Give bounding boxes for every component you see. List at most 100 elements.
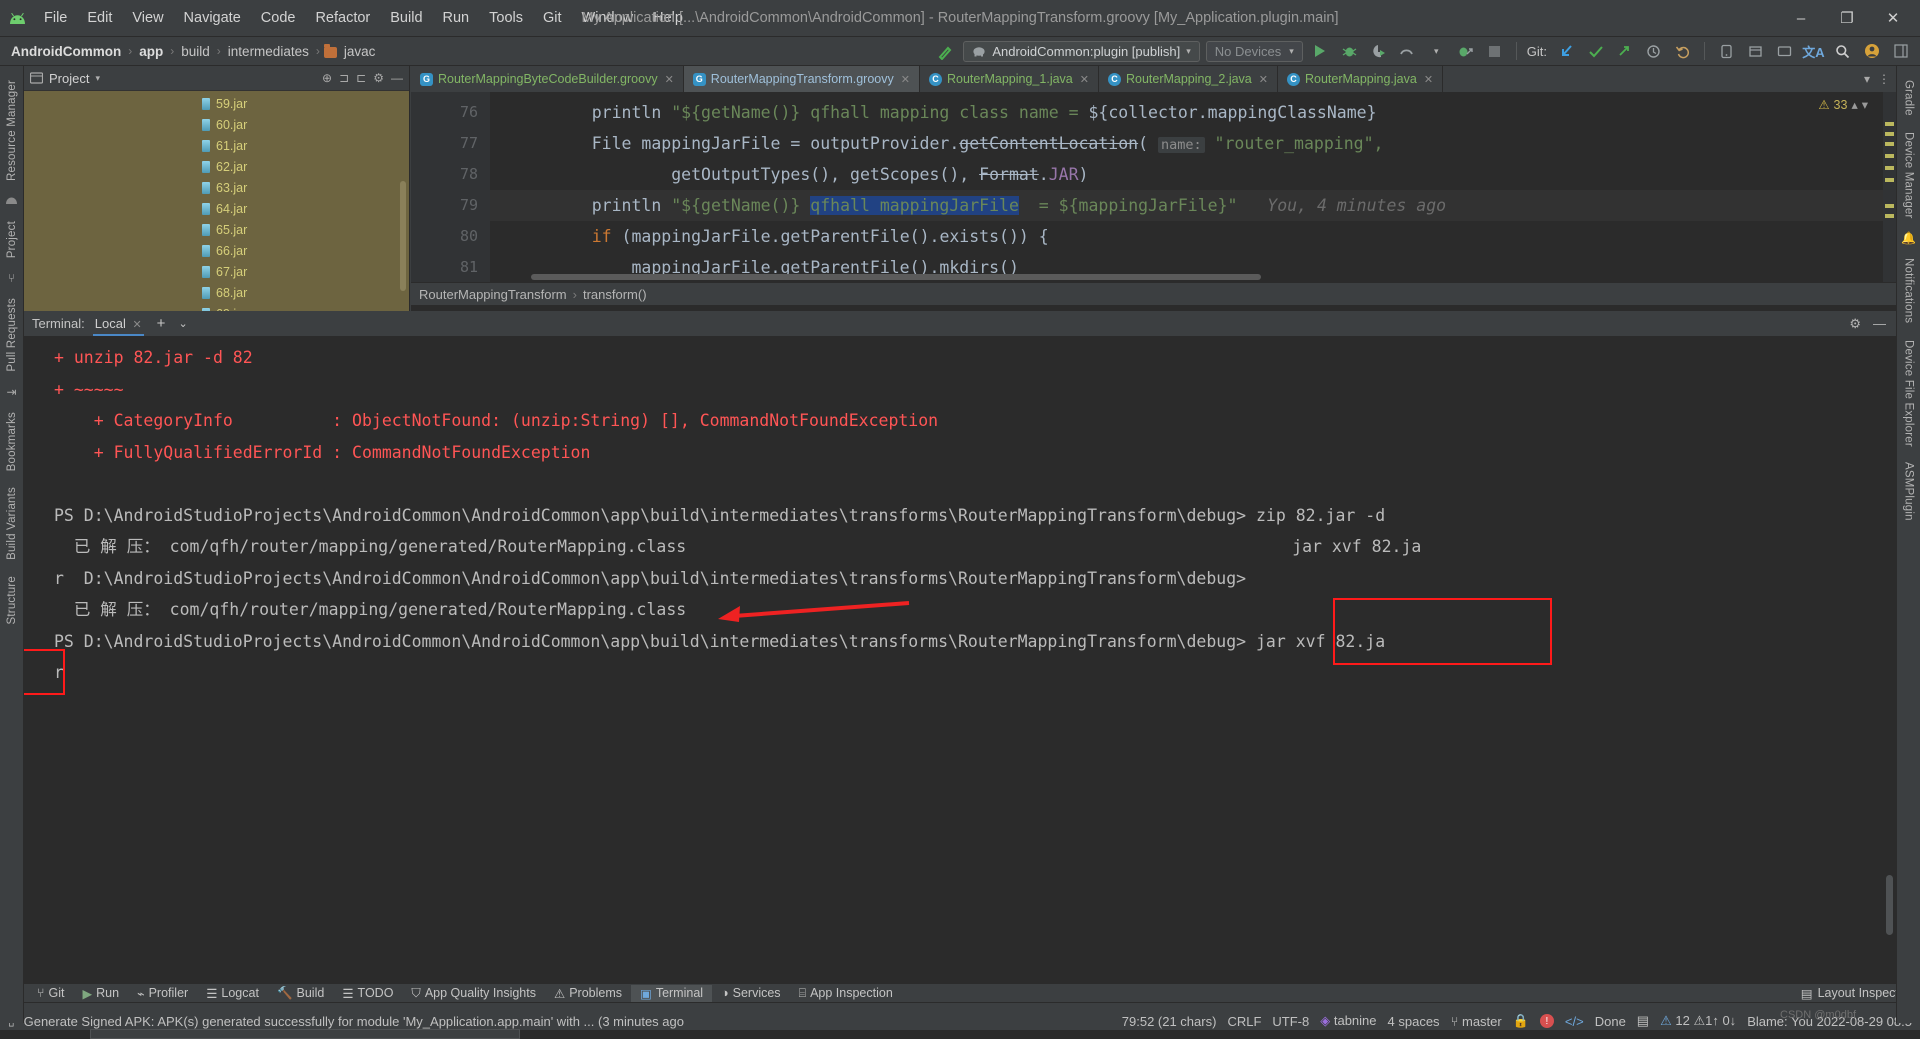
menu-code[interactable]: Code <box>251 6 306 30</box>
close-button[interactable]: ✕ <box>1870 0 1916 36</box>
search-icon[interactable] <box>1831 40 1854 62</box>
git-commit-icon[interactable] <box>1584 40 1607 62</box>
maximize-button[interactable]: ❐ <box>1824 0 1870 36</box>
layout-grid-icon[interactable] <box>1889 40 1912 62</box>
menu-navigate[interactable]: Navigate <box>174 6 251 30</box>
menu-help[interactable]: Help <box>643 6 693 30</box>
toolwindow-run[interactable]: ▶ Run <box>74 985 129 1002</box>
tree-item[interactable]: 59.jar <box>24 93 409 114</box>
code-line[interactable]: getOutputTypes(), getScopes(), Format.JA… <box>490 159 1896 190</box>
git-update-icon[interactable] <box>1555 40 1578 62</box>
account-icon[interactable] <box>1860 40 1883 62</box>
tab-routermapping-1[interactable]: C RouterMapping_1.java ✕ <box>920 66 1099 92</box>
issues-count[interactable]: ⚠ 12 ⚠1↑ 0↓ <box>1660 1013 1736 1029</box>
rail-asmplugin[interactable]: ASMPlugin <box>1903 462 1915 521</box>
rail-notifications[interactable]: Notifications <box>1903 258 1915 323</box>
breadcrumb-class[interactable]: RouterMappingTransform <box>419 287 567 302</box>
hide-icon[interactable]: — <box>391 71 403 85</box>
toolwindow-build[interactable]: 🔨 Build <box>268 985 333 1002</box>
expand-all-icon[interactable]: ⊐ <box>339 71 349 85</box>
avd-manager-icon[interactable] <box>1715 40 1738 62</box>
code-line[interactable]: if (mappingJarFile.getParentFile().exist… <box>490 221 1896 252</box>
close-icon[interactable]: ✕ <box>901 73 910 86</box>
tree-item[interactable]: 64.jar <box>24 198 409 219</box>
tab-routermappingtransform[interactable]: G RouterMappingTransform.groovy ✕ <box>683 66 920 92</box>
close-icon[interactable]: ✕ <box>665 73 674 86</box>
debug-icon[interactable] <box>1338 40 1361 62</box>
attach-debugger-icon[interactable] <box>1454 40 1477 62</box>
chevron-down-icon[interactable]: ▾ <box>1864 72 1870 86</box>
toolwindow-git[interactable]: ⑂ Git <box>28 985 74 1001</box>
close-icon[interactable]: ✕ <box>1424 73 1433 86</box>
code-editor[interactable]: 76 77 78 79 80 81 println "${getName()} … <box>411 92 1896 282</box>
tree-item[interactable]: 60.jar <box>24 114 409 135</box>
menu-refactor[interactable]: Refactor <box>305 6 380 30</box>
editor-warning-indicator[interactable]: ⚠ 33 ▴ ▾ <box>1818 97 1868 113</box>
breadcrumb-build[interactable]: build <box>178 44 213 59</box>
code-line[interactable]: File mappingJarFile = outputProvider.get… <box>490 128 1896 159</box>
locate-icon[interactable]: ⊕ <box>322 71 332 85</box>
run-button[interactable] <box>1309 40 1332 62</box>
code-line[interactable]: println "${getName()} qfhall mappingJarF… <box>490 190 1896 221</box>
breadcrumb-method[interactable]: transform() <box>583 287 647 302</box>
gear-icon[interactable]: ⚙ <box>373 71 384 85</box>
menu-file[interactable]: File <box>34 6 77 30</box>
toolwindow-app-quality-insights[interactable]: ⛉ App Quality Insights <box>402 985 545 1002</box>
gear-icon[interactable]: ⚙ <box>1849 316 1861 332</box>
rail-device-manager[interactable]: Device Manager <box>1903 132 1915 219</box>
breadcrumb-intermediates[interactable]: intermediates <box>225 44 312 59</box>
run-with-coverage-icon[interactable] <box>1367 40 1390 62</box>
breadcrumb-javac[interactable]: javac <box>341 44 379 59</box>
tree-item[interactable]: 61.jar <box>24 135 409 156</box>
code-lines[interactable]: println "${getName()} qfhall mapping cla… <box>490 92 1896 282</box>
minimize-icon[interactable]: — <box>1873 316 1886 331</box>
rail-device-file-explorer[interactable]: Device File Explorer <box>1903 340 1915 447</box>
menu-view[interactable]: View <box>122 6 173 30</box>
status-message[interactable]: Generate Signed APK: APK(s) generated su… <box>24 1014 684 1029</box>
indent-setting[interactable]: 4 spaces <box>1388 1014 1440 1029</box>
tree-item[interactable]: 65.jar <box>24 219 409 240</box>
menu-build[interactable]: Build <box>380 6 432 30</box>
profile-icon[interactable] <box>1396 40 1419 62</box>
rail-build-variants[interactable]: Build Variants <box>6 487 18 560</box>
tab-routermappingbytecodebuilder[interactable]: G RouterMappingByteCodeBuilder.groovy ✕ <box>411 66 684 92</box>
sdk-manager-icon[interactable] <box>1744 40 1767 62</box>
more-options-icon[interactable]: ⋮ <box>1878 72 1890 86</box>
git-branch[interactable]: ⑂ master <box>1451 1014 1502 1029</box>
toolwindow-logcat[interactable]: ☰ Logcat <box>197 985 268 1002</box>
translate-icon[interactable]: 文A <box>1802 40 1825 62</box>
android-rail-icon[interactable] <box>5 194 18 208</box>
bell-icon[interactable]: 🔔 <box>1901 231 1916 245</box>
terminal-output[interactable]: + unzip 82.jar -d 82 + ~~~~~ + CategoryIn… <box>24 336 1896 983</box>
toolwindow-problems[interactable]: ⚠ Problems <box>545 985 631 1002</box>
close-icon[interactable]: ✕ <box>1080 73 1089 86</box>
caret-position[interactable]: 79:52 (21 chars) <box>1122 1014 1217 1029</box>
inspection-code-icon[interactable]: </> <box>1565 1014 1584 1029</box>
rail-gradle[interactable]: Gradle <box>1903 80 1915 116</box>
undo-icon[interactable] <box>1671 40 1694 62</box>
tree-item[interactable]: 63.jar <box>24 177 409 198</box>
stop-button[interactable] <box>1483 40 1506 62</box>
device-manager-icon[interactable] <box>1773 40 1796 62</box>
file-encoding[interactable]: UTF-8 <box>1272 1014 1309 1029</box>
terminal-tab-local[interactable]: Local ✕ <box>89 313 148 336</box>
run-configuration-selector[interactable]: AndroidCommon:plugin [publish] ▾ <box>963 40 1200 62</box>
editor-minimap[interactable] <box>1883 92 1896 282</box>
menu-edit[interactable]: Edit <box>77 6 122 30</box>
tree-item[interactable]: 66.jar <box>24 240 409 261</box>
menu-window[interactable]: Window <box>572 6 644 30</box>
toolwindow-todo[interactable]: ☰ TODO <box>333 985 402 1002</box>
toolwindow-profiler[interactable]: ⌁ Profiler <box>128 985 197 1002</box>
toolwindow-app-inspection[interactable]: ⌸ App Inspection <box>790 985 902 1002</box>
tree-item[interactable]: 67.jar <box>24 261 409 282</box>
code-line[interactable]: println "${getName()} qfhall mapping cla… <box>490 97 1896 128</box>
tree-item[interactable]: 68.jar <box>24 282 409 303</box>
breadcrumb-app[interactable]: app <box>136 44 166 59</box>
tab-routermapping-2[interactable]: C RouterMapping_2.java ✕ <box>1099 66 1278 92</box>
rail-structure[interactable]: Structure <box>6 576 18 624</box>
toolwindow-services[interactable]: ◑ Services <box>712 985 790 1001</box>
menu-tools[interactable]: Tools <box>479 6 533 30</box>
scroll-mini-bar[interactable] <box>90 1029 520 1039</box>
close-icon[interactable]: ✕ <box>132 319 141 331</box>
collapse-all-icon[interactable]: ⊏ <box>356 71 366 85</box>
